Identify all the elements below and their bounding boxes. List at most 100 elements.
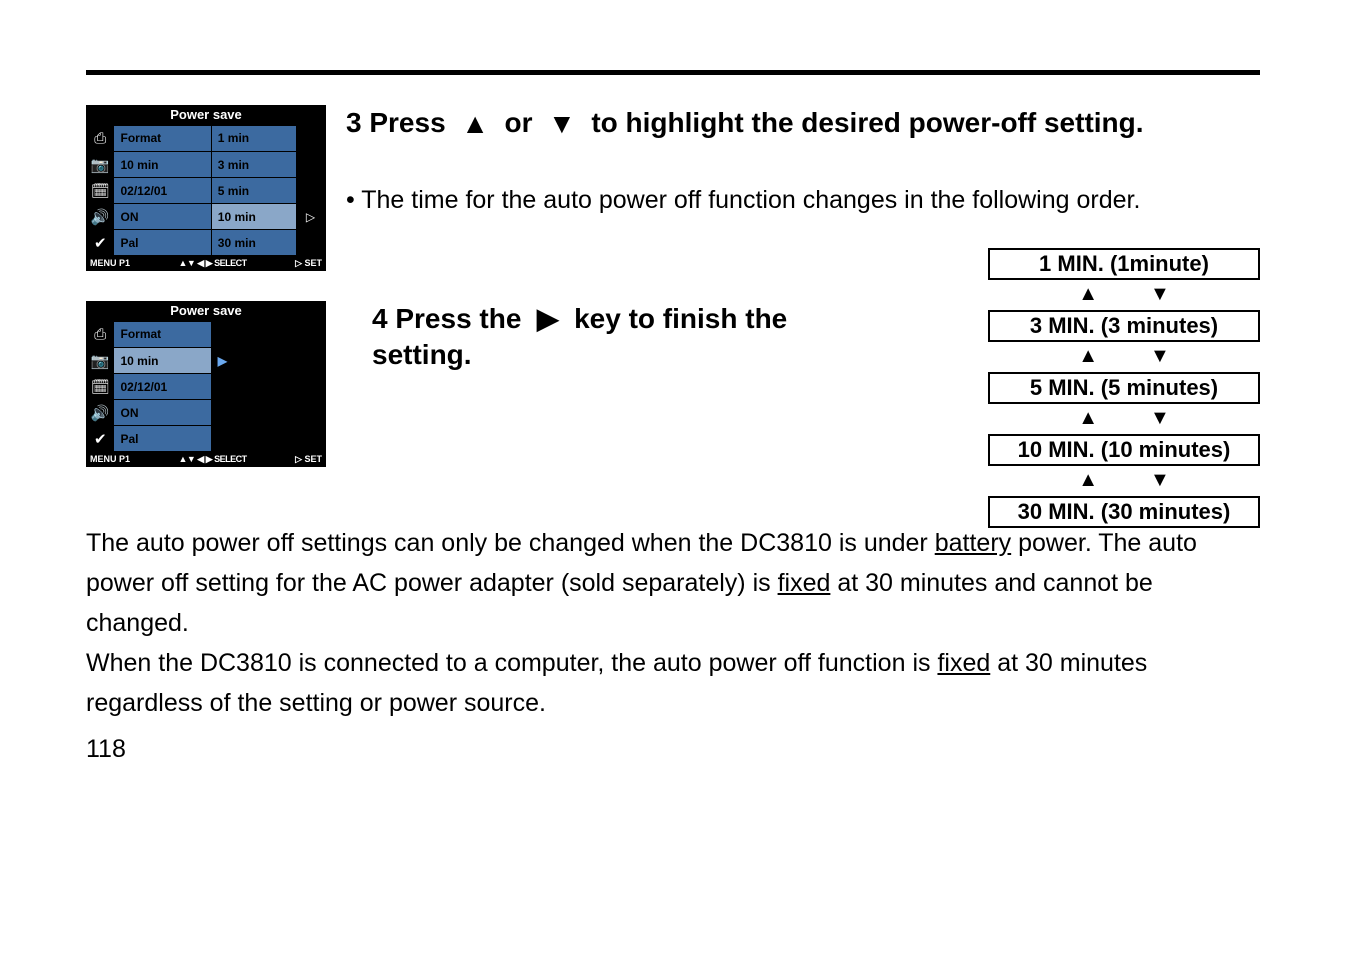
lcd1-arrow-3: ▷ [296,204,326,230]
ladder-arrows-1: ▲▼ [988,342,1260,372]
lcd1-container: Power save ⎙ Format 1 min 📷 10 min 3 min… [86,105,346,271]
lcd1-row-3: 🔊 ON 10 min ▷ [87,204,326,230]
ladder-item-0: 1 MIN. (1minute) [988,248,1260,280]
camera-icon: 📷 [87,348,114,374]
lcd1-val-1: 3 min [211,152,296,178]
lcd1-row-1: 📷 10 min 3 min [87,152,326,178]
ladder-arrows-3: ▲▼ [988,466,1260,496]
lcd1-row-2: 🗓 02/12/01 5 min [87,178,326,204]
down-triangle-icon: ▼ [1150,470,1170,490]
lcd2-row-4: ✔ Pal [87,426,326,452]
up-triangle-icon: ▲ [1078,346,1098,366]
ladder-item-2: 5 MIN. (5 minutes) [988,372,1260,404]
tv-icon: ✔ [87,426,114,452]
lcd1-label-1: 10 min [114,152,211,178]
step4-num: 4 [372,303,388,334]
lcd2-val-4 [211,426,296,452]
lcd1-val-0: 1 min [211,126,296,152]
ladder-item-4: 30 MIN. (30 minutes) [988,496,1260,528]
lcd2-footer-left: MENU P1 [90,454,130,465]
lcd2-val-0 [211,322,296,348]
up-triangle-icon: ▲ [1078,470,1098,490]
step3-heading-b: or [505,107,533,138]
step3-heading-c: to highlight the desired power-off setti… [591,107,1143,138]
down-triangle-icon: ▼ [1150,408,1170,428]
lcd2-footer-right: ▷ SET [295,454,322,465]
step3-num: 3 [346,107,362,138]
lcd1-label-3: ON [114,204,211,230]
lcd1-footer-mid: ▲▼ ◀ ▶ SELECT [178,258,246,269]
power-off-options-ladder: 1 MIN. (1minute) ▲▼ 3 MIN. (3 minutes) ▲… [988,248,1260,528]
sound-icon: 🔊 [87,400,114,426]
lcd2-val-2 [211,374,296,400]
lcd1-val-2: 5 min [211,178,296,204]
camera-icon: 📷 [87,152,114,178]
lcd1-arrow-4 [296,230,326,256]
para1-u1: battery [935,529,1011,557]
lcd2-label-1: 10 min [114,348,211,374]
step4-text: 4 Press the ▶ key to finish the setting. [346,301,826,374]
lcd1-arrow-2 [296,178,326,204]
page-number: 118 [86,735,1260,764]
lcd1-footer-left: MENU P1 [90,258,130,269]
lcd2-title: Power save [86,301,326,321]
lcd2-label-3: ON [114,400,211,426]
lcd2-val-3 [211,400,296,426]
step4-heading-a: Press the [395,303,521,334]
para1-u2: fixed [778,569,831,597]
sound-icon: 🔊 [87,204,114,230]
date-icon: 🗓 [87,178,114,204]
lcd2-arrow-inline: ▶ [211,348,296,374]
lcd1-row-4: ✔ Pal 30 min [87,230,326,256]
note-paragraph: The auto power off settings can only be … [86,523,1260,723]
up-triangle-icon: ▲ [453,106,496,142]
step4-heading: 4 Press the ▶ key to finish the setting. [372,301,826,374]
para2-u1: fixed [937,649,990,677]
lcd1-arrow-1 [296,152,326,178]
lcd2-arrow-0 [296,322,326,348]
card-icon: ⎙ [87,322,114,348]
lcd2-footer-mid: ▲▼ ◀ ▶ SELECT [178,454,246,465]
tv-icon: ✔ [87,230,114,256]
lcd2-row-1: 📷 10 min ▶ [87,348,326,374]
lcd2-container: Power save ⎙ Format 📷 10 min ▶ 🗓 02/12/0… [86,301,346,467]
step3-heading: 3 Press ▲ or ▼ to highlight the desired … [346,105,1260,143]
step3-text: 3 Press ▲ or ▼ to highlight the desired … [346,105,1260,220]
lcd2-label-4: Pal [114,426,211,452]
lcd2-label-0: Format [114,322,211,348]
lcd2-row-3: 🔊 ON [87,400,326,426]
para1a: The auto power off settings can only be … [86,529,935,557]
lcd1-footer-right: ▷ SET [295,258,322,269]
lcd1-label-0: Format [114,126,211,152]
lcd1-label-4: Pal [114,230,211,256]
lcd1-label-2: 02/12/01 [114,178,211,204]
up-triangle-icon: ▲ [1078,284,1098,304]
lcd2-label-2: 02/12/01 [114,374,211,400]
page-divider [86,70,1260,75]
lcd1-title: Power save [86,105,326,125]
lcd2-row-2: 🗓 02/12/01 [87,374,326,400]
lcd1-arrow-0 [296,126,326,152]
lcd1-row-0: ⎙ Format 1 min [87,126,326,152]
down-triangle-icon: ▼ [1150,284,1170,304]
ladder-arrows-0: ▲▼ [988,280,1260,310]
lcd1-val-3: 10 min [211,204,296,230]
lcd1-table: ⎙ Format 1 min 📷 10 min 3 min 🗓 02/12/01… [86,125,326,256]
ladder-item-3: 10 MIN. (10 minutes) [988,434,1260,466]
down-triangle-icon: ▼ [1150,346,1170,366]
lcd-menu-1: Power save ⎙ Format 1 min 📷 10 min 3 min… [86,105,326,271]
para2a: When the DC3810 is connected to a comput… [86,649,937,677]
lcd2-arrow-1 [296,348,326,374]
lcd2-row-0: ⎙ Format [87,322,326,348]
up-triangle-icon: ▲ [1078,408,1098,428]
down-triangle-icon: ▼ [540,106,583,142]
lcd1-footer: MENU P1 ▲▼ ◀ ▶ SELECT ▷ SET [86,256,326,271]
lcd2-arrow-4 [296,426,326,452]
lcd2-footer: MENU P1 ▲▼ ◀ ▶ SELECT ▷ SET [86,452,326,467]
right-triangle-icon: ▶ [529,301,566,337]
date-icon: 🗓 [87,374,114,400]
step3-bullet: • The time for the auto power off functi… [346,181,1260,220]
lcd2-table: ⎙ Format 📷 10 min ▶ 🗓 02/12/01 [86,321,326,452]
ladder-arrows-2: ▲▼ [988,404,1260,434]
step3-row: Power save ⎙ Format 1 min 📷 10 min 3 min… [86,105,1260,271]
